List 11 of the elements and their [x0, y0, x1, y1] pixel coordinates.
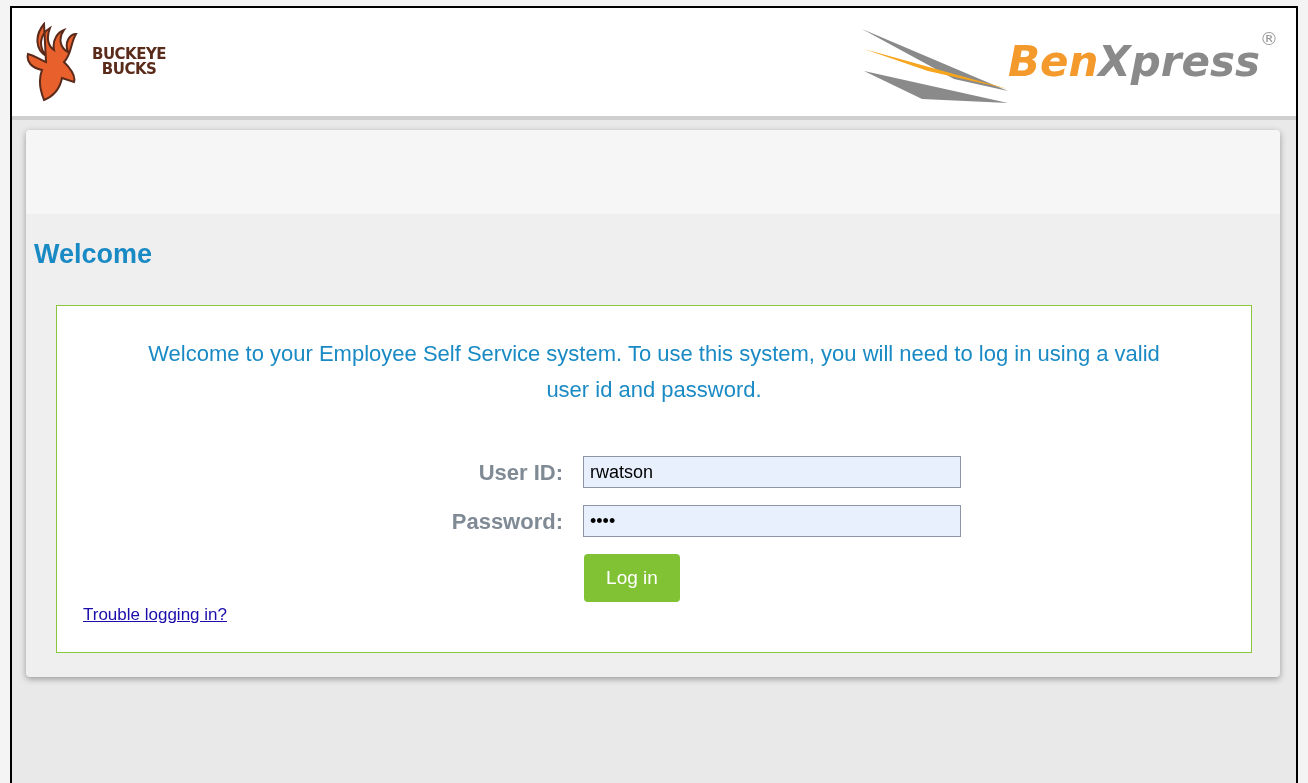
- registered-mark: ®: [1260, 27, 1278, 51]
- input-field[interactable]: rwatson: [583, 456, 961, 488]
- page-title: Welcome: [34, 238, 154, 271]
- trouble-link[interactable]: Trouble logging in?: [83, 605, 227, 624]
- input-field[interactable]: ••••: [583, 505, 961, 537]
- intro-text: Welcome to your Employee Self Service system. To use this system, you will need to log in using a valid user id and password.: [147, 339, 1161, 404]
- logo-text: Xpress: [1098, 41, 1260, 83]
- logo-text: BUCKS: [100, 62, 158, 77]
- logo-text: BUCKEYE: [92, 47, 167, 62]
- field-label: User ID:: [477, 458, 564, 487]
- field-label: Password:: [450, 507, 564, 536]
